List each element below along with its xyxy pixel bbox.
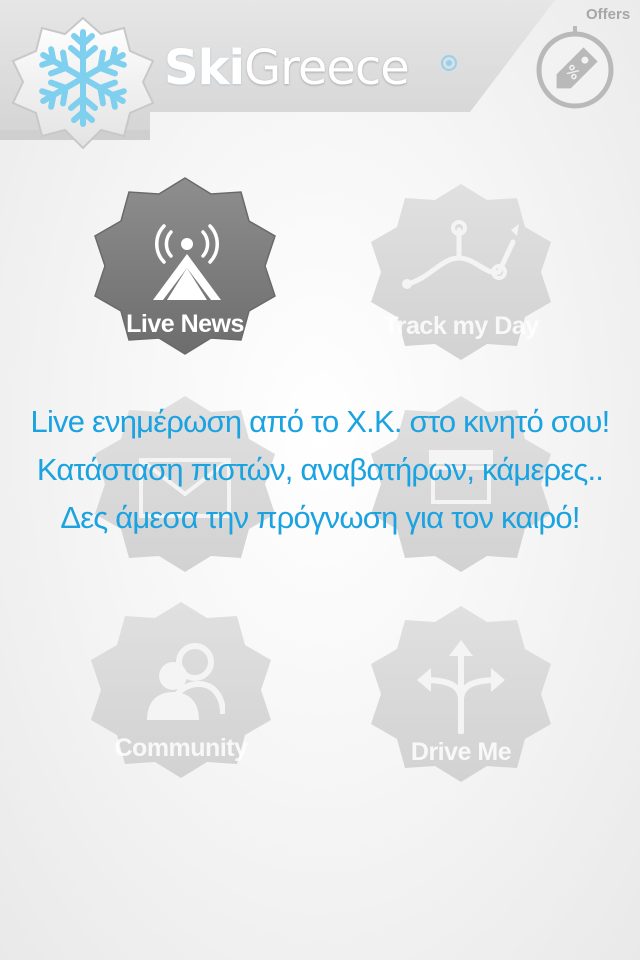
drive-me-button[interactable]: Drive Me <box>363 600 559 796</box>
brand-wordmark: Ski Greece <box>164 40 410 110</box>
users-icon <box>147 643 225 720</box>
community-label: Community <box>114 734 249 762</box>
registered-mark-icon <box>441 55 457 71</box>
live-news-button[interactable]: Live News <box>87 172 283 368</box>
live-news-label: Live News <box>126 310 244 338</box>
promo-line-3: Δες άμεσα την πρόγνωση για τον καιρό! <box>60 500 580 535</box>
offers-label: Offers <box>586 6 631 23</box>
community-button[interactable]: Community <box>83 596 279 792</box>
track-my-day-button[interactable]: Track my Day <box>363 178 559 374</box>
promo-text: Live ενημέρωση από το Χ.Κ. στο κινητό σο… <box>0 398 640 542</box>
track-my-day-label: Track my Day <box>383 312 539 340</box>
promo-line-2: Κατάσταση πιστών, αναβατήρων, κάμερες.. <box>36 452 604 487</box>
brand-ski-text: Ski <box>164 40 245 96</box>
route-icon <box>402 220 519 289</box>
directions-arrows-icon <box>417 640 505 734</box>
snowflake-logo-icon[interactable] <box>8 8 158 158</box>
brand-greece-text: Greece <box>243 40 410 96</box>
broadcast-tower-icon <box>153 224 221 300</box>
promo-line-1: Live ενημέρωση από το Χ.Κ. στο κινητό σο… <box>30 404 611 439</box>
offers-button[interactable]: % <box>532 26 618 112</box>
drive-me-label: Drive Me <box>410 738 512 766</box>
